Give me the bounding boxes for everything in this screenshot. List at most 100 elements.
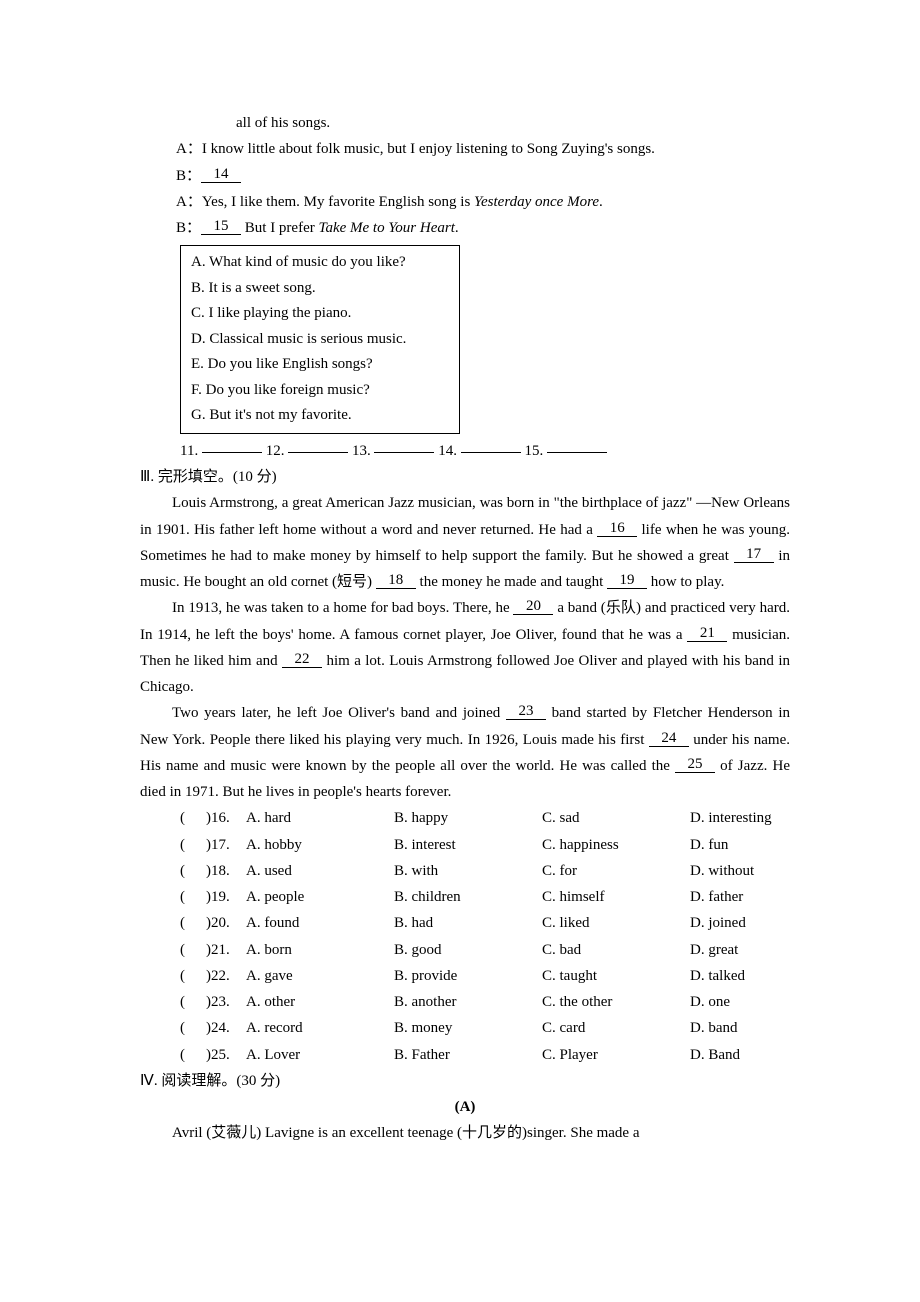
answer-paren[interactable]: (: [180, 937, 206, 963]
cloze-number: )20.: [206, 910, 246, 936]
cloze-option-c[interactable]: C. for: [542, 858, 690, 884]
ans-15-blank[interactable]: [547, 437, 607, 453]
cloze-option-d[interactable]: D. band: [690, 1015, 790, 1041]
cloze-option-b[interactable]: B. another: [394, 989, 542, 1015]
cloze-option-c[interactable]: C. taught: [542, 963, 690, 989]
cloze-option-c[interactable]: C. card: [542, 1015, 690, 1041]
cloze-option-b[interactable]: B. provide: [394, 963, 542, 989]
cloze-option-b[interactable]: B. children: [394, 884, 542, 910]
answer-paren[interactable]: (: [180, 832, 206, 858]
cloze-number: )24.: [206, 1015, 246, 1041]
cloze-option-d[interactable]: D. talked: [690, 963, 790, 989]
ans-12-label: 12.: [266, 443, 289, 459]
cloze-option-a[interactable]: A. Lover: [246, 1042, 394, 1068]
cloze-option-a[interactable]: A. hobby: [246, 832, 394, 858]
cloze-option-a[interactable]: A. used: [246, 858, 394, 884]
blank-18[interactable]: 18: [376, 573, 416, 589]
ans-15-label: 15.: [524, 443, 547, 459]
cloze-option-c[interactable]: C. sad: [542, 805, 690, 831]
ans-13-blank[interactable]: [374, 437, 434, 453]
cloze-option-a[interactable]: A. other: [246, 989, 394, 1015]
ans-12-blank[interactable]: [288, 437, 348, 453]
cloze-option-b[interactable]: B. money: [394, 1015, 542, 1041]
blank-19[interactable]: 19: [607, 573, 647, 589]
option-c: C. I like playing the piano.: [191, 301, 449, 327]
dialog-a1: A：I know little about folk music, but I …: [176, 136, 790, 162]
cloze-row: ()20.A. foundB. hadC. likedD. joined: [140, 910, 790, 936]
reading-a-text: Avril (艾薇儿) Lavigne is an excellent teen…: [172, 1125, 640, 1141]
cloze-option-c[interactable]: C. happiness: [542, 832, 690, 858]
p3a: Two years later, he left Joe Oliver's ba…: [172, 705, 506, 721]
answer-paren[interactable]: (: [180, 884, 206, 910]
dialog-b2-mid: But I prefer: [241, 220, 318, 236]
answer-paren[interactable]: (: [180, 858, 206, 884]
answer-paren[interactable]: (: [180, 910, 206, 936]
dialog-a2-suffix: .: [599, 194, 603, 210]
cloze-option-a[interactable]: A. born: [246, 937, 394, 963]
ans-11-blank[interactable]: [202, 437, 262, 453]
cloze-option-d[interactable]: D. Band: [690, 1042, 790, 1068]
cloze-number: )21.: [206, 937, 246, 963]
blank-20[interactable]: 20: [513, 599, 553, 615]
cloze-option-b[interactable]: B. happy: [394, 805, 542, 831]
cloze-option-a[interactable]: A. people: [246, 884, 394, 910]
cloze-option-d[interactable]: D. without: [690, 858, 790, 884]
cloze-option-b[interactable]: B. had: [394, 910, 542, 936]
cloze-option-b[interactable]: B. with: [394, 858, 542, 884]
cloze-option-c[interactable]: C. the other: [542, 989, 690, 1015]
blank-16[interactable]: 16: [597, 521, 637, 537]
cloze-option-d[interactable]: D. father: [690, 884, 790, 910]
cloze-row: ()17.A. hobbyB. interestC. happinessD. f…: [140, 832, 790, 858]
cloze-option-a[interactable]: A. gave: [246, 963, 394, 989]
cloze-option-b[interactable]: B. good: [394, 937, 542, 963]
cloze-row: ()19.A. peopleB. childrenC. himselfD. fa…: [140, 884, 790, 910]
answer-paren[interactable]: (: [180, 989, 206, 1015]
ans-14-blank[interactable]: [461, 437, 521, 453]
cloze-number: )19.: [206, 884, 246, 910]
blank-22[interactable]: 22: [282, 652, 322, 668]
cloze-option-a[interactable]: A. record: [246, 1015, 394, 1041]
cloze-option-a[interactable]: A. found: [246, 910, 394, 936]
blank-15[interactable]: 15: [201, 219, 241, 235]
cloze-option-d[interactable]: D. fun: [690, 832, 790, 858]
cloze-number: )22.: [206, 963, 246, 989]
ans-13-label: 13.: [352, 443, 375, 459]
blank-23[interactable]: 23: [506, 704, 546, 720]
option-e: E. Do you like English songs?: [191, 352, 449, 378]
cloze-row: ()16.A. hardB. happyC. sadD. interesting: [140, 805, 790, 831]
cloze-option-d[interactable]: D. great: [690, 937, 790, 963]
blank-25[interactable]: 25: [675, 757, 715, 773]
dialog-a2-italic: Yesterday once More: [474, 194, 599, 210]
option-d: D. Classical music is serious music.: [191, 327, 449, 353]
cloze-row: ()22.A. gaveB. provideC. taughtD. talked: [140, 963, 790, 989]
cloze-option-c[interactable]: C. himself: [542, 884, 690, 910]
answer-paren[interactable]: (: [180, 1015, 206, 1041]
dialog-b1-prefix: B：: [176, 168, 201, 184]
section-4-title: Ⅳ. 阅读理解。(30 分): [140, 1068, 790, 1094]
blank-14[interactable]: 14: [201, 167, 241, 183]
cloze-option-b[interactable]: B. interest: [394, 832, 542, 858]
blank-24[interactable]: 24: [649, 731, 689, 747]
cloze-option-c[interactable]: C. bad: [542, 937, 690, 963]
cloze-option-d[interactable]: D. joined: [690, 910, 790, 936]
answer-paren[interactable]: (: [180, 1042, 206, 1068]
cloze-option-d[interactable]: D. one: [690, 989, 790, 1015]
cloze-row: ()25.A. LoverB. FatherC. PlayerD. Band: [140, 1042, 790, 1068]
answer-paren[interactable]: (: [180, 963, 206, 989]
ans-14-label: 14.: [438, 443, 461, 459]
cloze-option-a[interactable]: A. hard: [246, 805, 394, 831]
p2a: In 1913, he was taken to a home for bad …: [172, 600, 513, 616]
cloze-option-d[interactable]: D. interesting: [690, 805, 790, 831]
p1e: how to play.: [647, 574, 724, 590]
cloze-option-b[interactable]: B. Father: [394, 1042, 542, 1068]
cloze-row: ()21.A. bornB. goodC. badD. great: [140, 937, 790, 963]
cloze-number: )16.: [206, 805, 246, 831]
cloze-option-c[interactable]: C. Player: [542, 1042, 690, 1068]
blank-17[interactable]: 17: [734, 547, 774, 563]
answer-paren[interactable]: (: [180, 805, 206, 831]
dialog-b2: B：15 But I prefer Take Me to Your Heart.: [140, 215, 790, 241]
dialog-b2-prefix: B：: [176, 220, 201, 236]
cloze-option-c[interactable]: C. liked: [542, 910, 690, 936]
blank-21[interactable]: 21: [687, 626, 727, 642]
answers-row: 11. 12. 13. 14. 15.: [140, 438, 790, 464]
